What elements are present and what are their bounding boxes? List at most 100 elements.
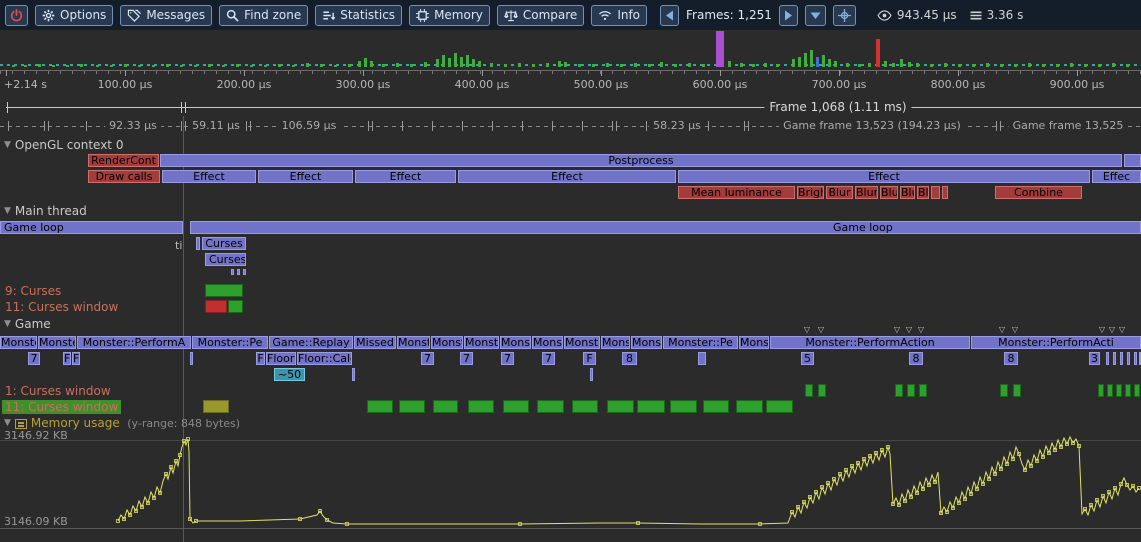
next-frame-button[interactable] [779,5,798,26]
frame-time-bar[interactable] [320,64,323,67]
zone[interactable] [196,237,200,250]
frame-time-bar[interactable] [236,64,239,67]
zone[interactable] [1013,384,1021,397]
frame-time-bar[interactable] [648,64,651,67]
frame-time-bar[interactable] [460,57,463,67]
zone[interactable] [503,400,529,413]
frame-time-bar[interactable] [472,59,475,67]
frame-time-bar[interactable] [606,63,609,67]
collapsed-zones-icon[interactable]: ▽ [1099,326,1105,334]
frame-time-bar[interactable] [264,65,267,67]
zone[interactable]: Blur [900,186,915,199]
zone[interactable]: Effec [1092,170,1141,183]
zone[interactable]: Draw calls [88,170,160,183]
frame-time-bar[interactable] [80,64,83,67]
zone[interactable]: Game::Replay [269,336,353,349]
frame-time-bar[interactable] [1112,63,1115,67]
lock-label[interactable]: 9: Curses [5,284,61,298]
find-zone-button[interactable]: Find zone [219,5,308,26]
frame-marker-label[interactable]: 106.59 µs [278,119,341,132]
memory-button[interactable]: Memory [409,5,490,26]
frame-time-bar[interactable] [194,65,197,67]
zone[interactable] [468,400,494,413]
section-header[interactable]: ▼Main thread [4,205,87,218]
frame-time-bar[interactable] [1070,63,1073,67]
frame-time-bar[interactable] [908,62,911,67]
zone[interactable]: 8 [1004,352,1018,365]
frame-time-bar[interactable] [660,62,663,67]
zone[interactable] [399,400,425,413]
power-button[interactable] [5,5,28,26]
zone[interactable] [907,384,915,397]
zone[interactable]: Monst [431,336,463,349]
zone[interactable] [1125,384,1131,397]
frame-time-bar[interactable] [306,63,309,67]
zone[interactable] [243,269,246,275]
frame-time-bar[interactable] [702,64,705,67]
frame-marker-label[interactable]: 92.33 µs [105,119,161,132]
zone[interactable]: 7 [28,352,40,365]
frame-time-bar[interactable] [1042,64,1045,67]
zone[interactable] [1106,352,1109,365]
frame-time-bar[interactable] [110,65,113,67]
frame-time-bar[interactable] [180,65,183,67]
zone[interactable] [1127,352,1130,365]
zone[interactable] [190,352,193,365]
zone[interactable]: Monster::Pe [192,336,268,349]
zone[interactable]: Floor: [266,352,296,365]
zone[interactable]: F [256,352,265,365]
timeline-area[interactable]: +2.14 s100.00 µs200.00 µs300.00 µs400.00… [0,0,1141,542]
zone[interactable]: 7 [460,352,473,365]
zone[interactable]: Monst [500,336,531,349]
frame-time-bar[interactable] [858,64,861,67]
frame-time-bar[interactable] [12,65,15,67]
frame-time-bar[interactable] [278,64,281,67]
zone[interactable] [367,400,393,413]
frame-time-bar[interactable] [776,64,779,67]
frame-marker-label[interactable]: 59.11 µs [188,119,244,132]
frame-time-bar[interactable] [454,53,457,67]
zone[interactable]: Blur [917,186,929,199]
frame-time-bar[interactable] [876,39,880,67]
collapsed-zones-icon[interactable]: ▽ [918,326,924,334]
frame-time-bar[interactable] [358,61,361,67]
zone[interactable]: Monste [564,336,600,349]
frame-time-bar[interactable] [52,65,55,67]
frame-time-bar[interactable] [518,63,521,67]
zone[interactable]: Curses [202,237,246,250]
frame-time-bar[interactable] [900,59,903,67]
zone[interactable]: Monste [38,336,76,349]
zone[interactable] [433,400,458,413]
zone[interactable] [736,400,763,413]
collapsed-zones-icon[interactable]: ▽ [818,326,824,334]
frame-time-bar[interactable] [96,65,99,67]
frame-time-bar[interactable] [1056,64,1059,67]
zone[interactable] [231,269,234,275]
zone[interactable]: F [72,352,80,365]
zone[interactable] [1107,384,1113,397]
zone[interactable]: 7 [542,352,555,365]
frame-marker-label[interactable]: Game frame 13,525 [1009,119,1128,132]
frame-time-bar[interactable] [752,64,755,67]
zone[interactable] [1134,352,1137,365]
frame-set-select-button[interactable] [805,5,826,26]
frame-time-bar[interactable] [532,64,535,67]
zone[interactable] [203,400,229,413]
frame-time-bar[interactable] [688,63,691,67]
frame-time-bar[interactable] [892,63,895,67]
zone[interactable]: Mean luminance [678,186,795,199]
zone[interactable] [1134,384,1140,397]
zone[interactable]: Monst [464,336,499,349]
zone[interactable]: Effect [355,170,456,183]
collapsed-zones-icon[interactable]: ▽ [804,326,810,334]
lock-label[interactable]: 11: Curses window [2,400,121,414]
frame-time-bar[interactable] [958,64,961,67]
frame-time-bar[interactable] [740,63,743,67]
zone[interactable]: Monste [0,336,37,349]
frame-time-bar[interactable] [166,64,169,67]
compare-button[interactable]: Compare [497,5,584,26]
frame-time-bar[interactable] [558,61,561,67]
collapsed-zones-icon[interactable]: ▽ [1119,326,1125,334]
zone[interactable]: Monster::Pe [663,336,738,349]
frame-time-bar[interactable] [716,31,724,67]
